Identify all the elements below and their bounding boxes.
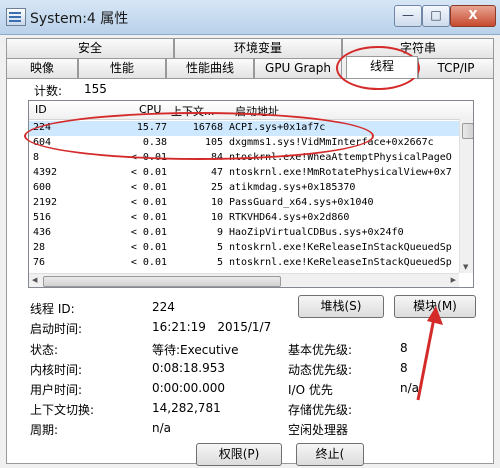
close-button[interactable]: X [450,5,496,27]
tab-performance-graph[interactable]: 性能曲线 [166,58,254,78]
stack-button[interactable]: 堆栈(S) [298,295,384,318]
thread-cpu-cell: < 0.01 [130,167,167,178]
thread-id-value: 224 [152,300,175,314]
thread-id-cell: 76 [33,257,46,268]
thread-cpu-cell: < 0.01 [130,182,167,193]
io-priority-value: n/a [400,381,420,395]
thread-context-cell: 9 [216,227,223,238]
thread-row[interactable]: 516 < 0.01 10 RTKVHD64.sys+0x2d860 [29,211,459,226]
thread-row[interactable]: 600 < 0.01 25 atikmdag.sys+0x185370 [29,181,459,196]
thread-context-cell: 47 [210,167,223,178]
thread-id-cell: 2192 [33,197,58,208]
user-time-value: 0:00:00.000 [152,381,225,395]
thread-row[interactable]: 436 < 0.01 9 HaoZipVirtualCDBus.sys+0x24… [29,226,459,241]
tab-security[interactable]: 安全 [6,38,174,58]
thread-context-cell: 5 [216,257,223,268]
thread-count-value: 155 [84,82,107,96]
context-switch-value: 14,282,781 [152,401,221,415]
tab-environment[interactable]: 环境变量 [174,38,342,58]
title-bar: System:4 属性 — □ X [0,0,500,35]
thread-address-cell: ntoskrnl.exe!MmRotatePhysicalView+0x7 [229,167,452,178]
context-switch-label: 上下文切换: [30,403,95,417]
thread-address-cell: RTKVHD64.sys+0x2d860 [229,212,350,223]
start-time-value: 16:21:19 2015/1/7 [152,320,272,334]
memory-priority-label: 存储优先级: [288,403,353,417]
tab-threads[interactable]: 线程 [346,56,418,78]
window-title: System:4 属性 [30,11,129,27]
scroll-right-icon[interactable]: ▶ [451,276,456,284]
thread-cpu-cell: < 0.01 [130,197,167,208]
thread-context-cell: 25 [210,182,223,193]
app-window-icon [6,8,26,26]
vertical-scrollbar[interactable]: ▼ [459,119,473,273]
base-priority-value: 8 [400,341,408,355]
tab-row-top: 安全 环境变量 字符串 [6,38,494,58]
thread-address-cell: PassGuard_x64.sys+0x1040 [229,197,374,208]
thread-context-cell: 10 [210,212,223,223]
thread-id-cell: 4392 [33,167,58,178]
state-value: 等待:Executive [152,343,239,357]
thread-address-cell: ntoskrnl.exe!KeReleaseInStackQueuedSp [229,257,452,268]
thread-cpu-cell: < 0.01 [130,212,167,223]
thread-id-cell: 600 [33,182,52,193]
thread-row[interactable]: 2192 < 0.01 10 PassGuard_x64.sys+0x1040 [29,196,459,211]
tab-performance[interactable]: 性能 [78,58,166,78]
tab-tcpip[interactable]: TCP/IP [418,58,494,78]
thread-id-cell: 8 [33,152,40,163]
module-button[interactable]: 模块(M) [394,295,476,318]
thread-id-label: 线程 ID: [30,302,75,316]
thread-address-cell: atikmdag.sys+0x185370 [229,182,356,193]
thread-id-cell: 516 [33,212,52,223]
start-time-label: 启动时间: [30,322,83,336]
tab-row-bottom: 映像 性能 性能曲线 GPU Graph 线程 TCP/IP [6,56,494,78]
column-header-id[interactable]: ID [35,103,47,116]
thread-row[interactable]: 76 < 0.01 5 ntoskrnl.exe!KeReleaseInStac… [29,256,459,271]
io-priority-label: I/O 优先 [288,383,333,397]
vertical-scroll-thumb[interactable] [462,123,473,139]
thread-count-label: 计数: [34,84,63,98]
scroll-down-icon[interactable]: ▼ [463,263,468,271]
cycles-label: 周期: [30,423,59,437]
terminate-button[interactable]: 终止( [296,443,364,466]
selected-row-highlight-ring [24,112,374,160]
thread-row[interactable]: 28 < 0.01 5 ntoskrnl.exe!KeReleaseInStac… [29,241,459,256]
thread-cpu-cell: < 0.01 [130,257,167,268]
dynamic-priority-value: 8 [400,361,408,375]
thread-id-cell: 436 [33,227,52,238]
kernel-time-value: 0:08:18.953 [152,361,225,375]
permissions-button[interactable]: 权限(P) [196,443,282,466]
thread-row[interactable]: 4392 < 0.01 47 ntoskrnl.exe!MmRotatePhys… [29,166,459,181]
cycles-value: n/a [152,421,172,435]
thread-cpu-cell: < 0.01 [130,227,167,238]
tab-gpu-graph[interactable]: GPU Graph [254,58,342,78]
dynamic-priority-label: 动态优先级: [288,363,353,377]
base-priority-label: 基本优先级: [288,343,353,357]
thread-context-cell: 5 [216,242,223,253]
thread-address-cell: ntoskrnl.exe!KeReleaseInStackQueuedSp [229,242,452,253]
user-time-label: 用户时间: [30,383,83,397]
thread-address-cell: HaoZipVirtualCDBus.sys+0x24f0 [229,227,404,238]
thread-context-cell: 10 [210,197,223,208]
horizontal-scrollbar[interactable]: ◀ ▶ [29,273,459,287]
tab-image[interactable]: 映像 [6,58,78,78]
kernel-time-label: 内核时间: [30,363,83,377]
maximize-button[interactable]: □ [422,5,450,27]
thread-id-cell: 28 [33,242,46,253]
thread-cpu-cell: < 0.01 [130,242,167,253]
state-label: 状态: [30,343,59,357]
ideal-processor-label: 空闲处理器 [288,423,349,437]
horizontal-scroll-thumb[interactable] [43,276,281,287]
scroll-left-icon[interactable]: ◀ [32,276,37,284]
minimize-button[interactable]: — [394,5,422,27]
